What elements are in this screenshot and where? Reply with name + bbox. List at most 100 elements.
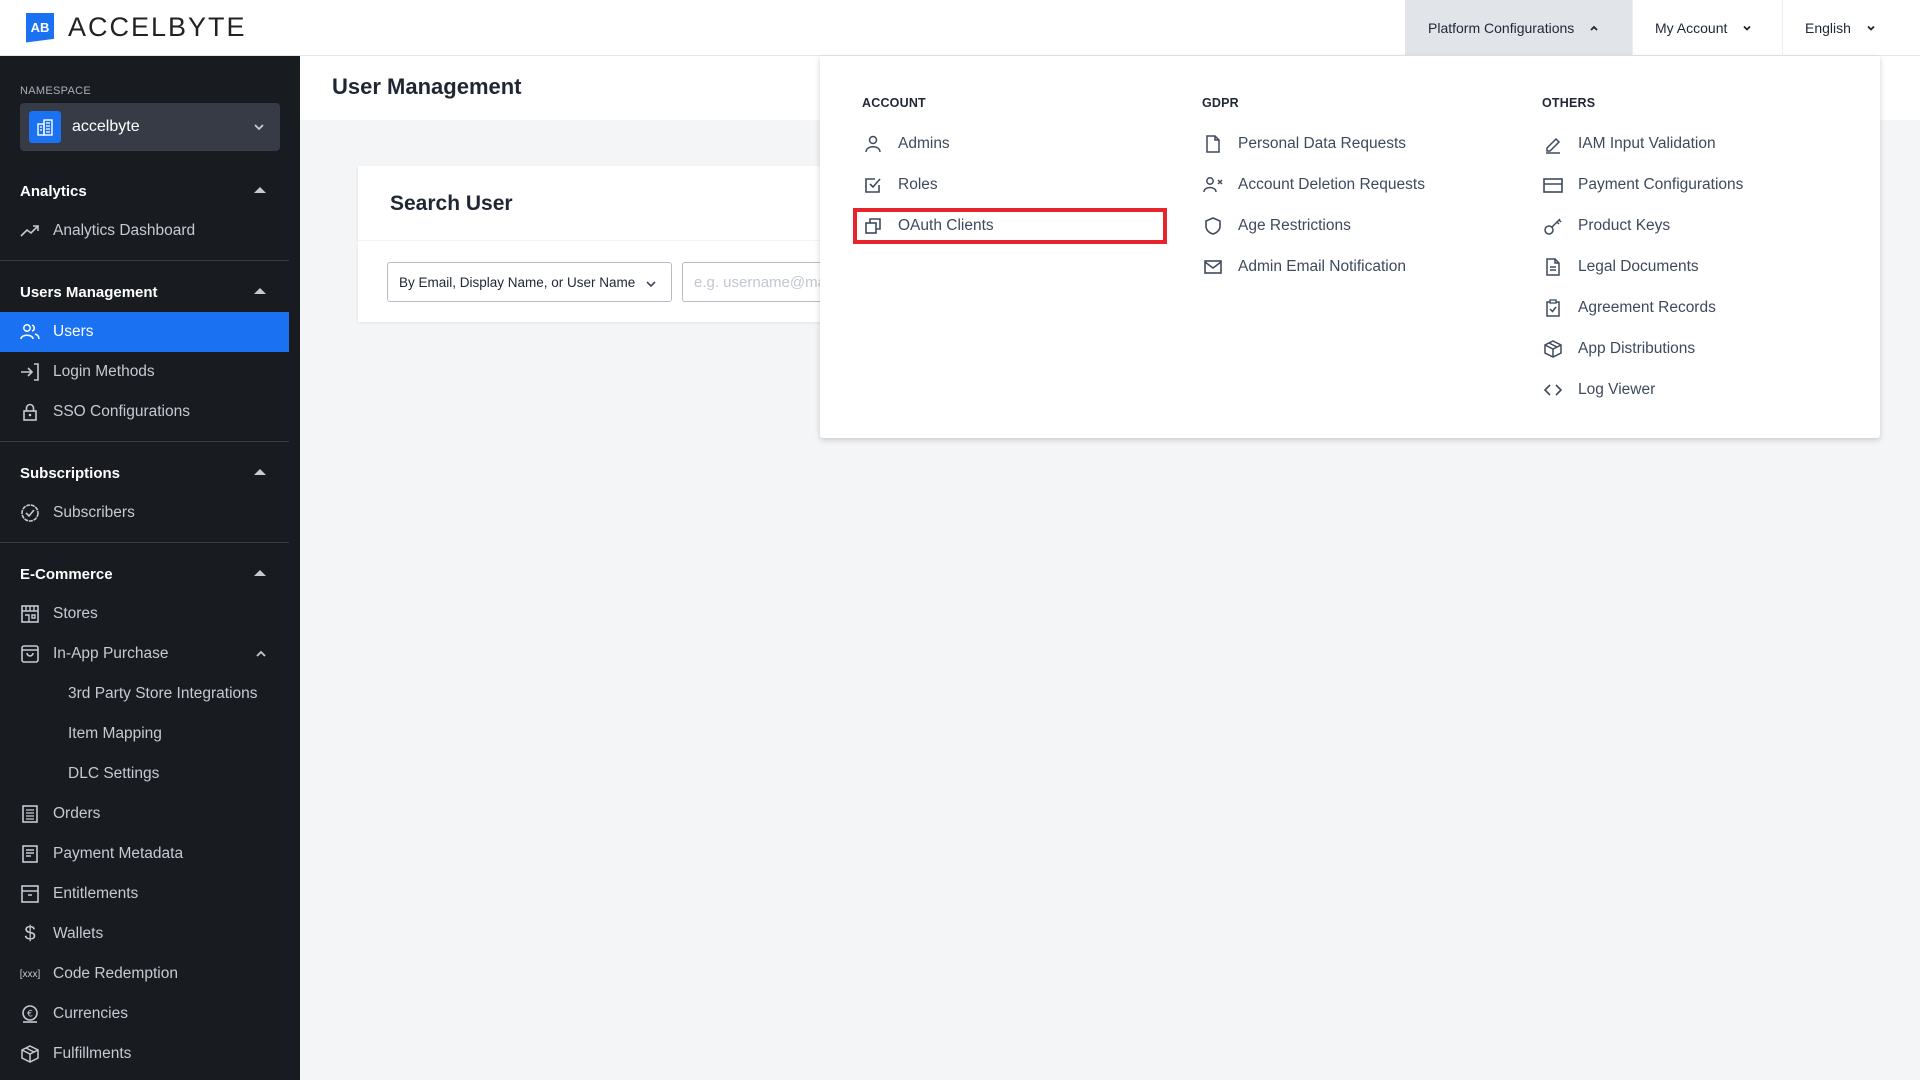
- mail-icon: [1202, 256, 1224, 278]
- sidebar-item-subscribers[interactable]: Subscribers: [0, 493, 289, 533]
- chevron-down-icon: [254, 124, 264, 131]
- my-account-label: My Account: [1655, 20, 1728, 36]
- my-account-menu[interactable]: My Account: [1632, 0, 1782, 56]
- top-nav: Platform Configurations My Account Engli…: [1405, 0, 1920, 56]
- menu-item-legal-documents[interactable]: Legal Documents: [1542, 246, 1743, 287]
- logo-mark-icon: AB: [26, 12, 54, 43]
- sidebar-item-orders[interactable]: Orders: [0, 794, 289, 834]
- sidebar-item-label: Users: [53, 323, 94, 340]
- sidebar-item-payment-metadata[interactable]: Payment Metadata: [0, 834, 289, 874]
- file-text-icon: [1542, 256, 1564, 278]
- sidebar-item-label: DLC Settings: [68, 765, 160, 782]
- sidebar-subitem-dlc-settings[interactable]: DLC Settings: [0, 754, 289, 794]
- menu-item-account-deletion-requests[interactable]: Account Deletion Requests: [1202, 164, 1425, 205]
- sidebar-item-label: Login Methods: [53, 363, 155, 380]
- sidebar-item-wallets[interactable]: $ Wallets: [0, 914, 289, 954]
- sidebar: NAMESPACE accelbyte Analytics Analytics …: [0, 56, 300, 1080]
- section-title: Analytics: [20, 182, 87, 200]
- menu-item-log-viewer[interactable]: Log Viewer: [1542, 369, 1743, 410]
- sidebar-item-label: In-App Purchase: [53, 645, 169, 662]
- shopping-bag-icon: [20, 644, 40, 664]
- pencil-icon: [1542, 133, 1564, 155]
- sidebar-item-analytics-dashboard[interactable]: Analytics Dashboard: [0, 211, 289, 251]
- sidebar-section-header[interactable]: Analytics: [0, 171, 289, 211]
- collapse-triangle-icon: [254, 187, 266, 193]
- search-user-title: Search User: [390, 192, 513, 215]
- sidebar-item-entitlements[interactable]: Entitlements: [0, 874, 289, 914]
- dropdown-column-account: ACCOUNT Admins Roles OAuth Clients: [853, 96, 1167, 246]
- search-filter-select[interactable]: By Email, Display Name, or User Name: [387, 262, 672, 302]
- badge-check-icon: [20, 503, 40, 523]
- chevron-up-icon: [256, 650, 266, 657]
- menu-item-label: Product Keys: [1578, 216, 1671, 234]
- menu-item-label: Account Deletion Requests: [1238, 175, 1425, 193]
- code-redemption-icon: [xxx]: [19, 968, 41, 980]
- collapse-triangle-icon: [254, 469, 266, 475]
- column-header: GDPR: [1202, 96, 1239, 110]
- sidebar-item-sso-configurations[interactable]: SSO Configurations: [0, 392, 289, 432]
- sidebar-section-header[interactable]: E-Commerce: [0, 554, 289, 594]
- sidebar-subitem-item-mapping[interactable]: Item Mapping: [0, 714, 289, 754]
- menu-item-payment-configurations[interactable]: Payment Configurations: [1542, 164, 1743, 205]
- sidebar-section-header[interactable]: Users Management: [0, 272, 289, 312]
- namespace-value: accelbyte: [72, 118, 140, 135]
- language-menu[interactable]: English: [1782, 0, 1920, 56]
- store-icon: [20, 604, 40, 624]
- sidebar-divider: [0, 542, 289, 543]
- menu-item-personal-data-requests[interactable]: Personal Data Requests: [1202, 123, 1425, 164]
- sidebar-section-users-management: Users Management Users Login Methods SSO…: [0, 272, 289, 432]
- sidebar-subitem-3rd-party-store-integrations[interactable]: 3rd Party Store Integrations: [0, 674, 289, 714]
- sidebar-section-ecommerce: E-Commerce Stores In-App Purchase 3rd Pa…: [0, 554, 289, 1074]
- language-label: English: [1805, 20, 1851, 36]
- sidebar-item-in-app-purchase[interactable]: In-App Purchase: [0, 634, 289, 674]
- trending-up-icon: [20, 221, 40, 241]
- sidebar-item-stores[interactable]: Stores: [0, 594, 289, 634]
- search-filter-value: By Email, Display Name, or User Name: [399, 274, 636, 290]
- sidebar-item-label: Entitlements: [53, 885, 139, 902]
- sidebar-item-label: Orders: [53, 805, 101, 822]
- sidebar-item-label: Analytics Dashboard: [53, 222, 196, 239]
- logo-text: ACCELBYTE: [68, 12, 247, 42]
- menu-item-admins[interactable]: Admins: [862, 123, 994, 164]
- sidebar-item-label: Subscribers: [53, 504, 135, 521]
- sidebar-section-header[interactable]: Subscriptions: [0, 453, 289, 493]
- dropdown-column-gdpr: GDPR Personal Data Requests Account Dele…: [1202, 96, 1425, 287]
- building-icon: [29, 111, 61, 143]
- menu-item-admin-email-notification[interactable]: Admin Email Notification: [1202, 246, 1425, 287]
- sidebar-divider: [0, 260, 289, 261]
- archive-icon: [20, 884, 40, 904]
- box-icon: [1542, 338, 1564, 360]
- menu-item-age-restrictions[interactable]: Age Restrictions: [1202, 205, 1425, 246]
- menu-item-label: Log Viewer: [1578, 380, 1656, 398]
- menu-item-label: App Distributions: [1578, 339, 1696, 357]
- svg-text:€: €: [27, 1010, 33, 1020]
- document-icon: [20, 844, 40, 864]
- menu-item-app-distributions[interactable]: App Distributions: [1542, 328, 1743, 369]
- menu-item-agreement-records[interactable]: Agreement Records: [1542, 287, 1743, 328]
- sidebar-item-login-methods[interactable]: Login Methods: [0, 352, 289, 392]
- menu-item-product-keys[interactable]: Product Keys: [1542, 205, 1743, 246]
- collapse-triangle-icon: [254, 570, 266, 576]
- menu-item-roles[interactable]: Roles: [862, 164, 994, 205]
- chevron-down-icon: [1743, 25, 1752, 31]
- top-header: AB ACCELBYTE Platform Configurations My …: [0, 0, 1920, 56]
- user-icon: [862, 133, 884, 155]
- menu-item-label: Personal Data Requests: [1238, 134, 1407, 152]
- accelbyte-logo[interactable]: AB ACCELBYTE: [26, 12, 247, 43]
- sidebar-item-label: Wallets: [53, 925, 104, 942]
- sidebar-item-code-redemption[interactable]: [xxx] Code Redemption: [0, 954, 289, 994]
- package-icon: [20, 1044, 40, 1064]
- menu-item-label: Payment Configurations: [1578, 175, 1744, 193]
- file-icon: [1202, 133, 1224, 155]
- menu-item-iam-input-validation[interactable]: IAM Input Validation: [1542, 123, 1743, 164]
- sidebar-item-currencies[interactable]: € Currencies: [0, 994, 289, 1034]
- sidebar-item-fulfillments[interactable]: Fulfillments: [0, 1034, 289, 1074]
- chevron-down-icon: [1867, 25, 1875, 31]
- column-header: ACCOUNT: [862, 96, 926, 110]
- namespace-select[interactable]: accelbyte: [20, 103, 280, 151]
- platform-configurations-menu[interactable]: Platform Configurations: [1405, 0, 1632, 56]
- sidebar-item-users[interactable]: Users: [0, 312, 289, 352]
- menu-item-oauth-clients[interactable]: OAuth Clients: [853, 205, 1167, 246]
- sidebar-scrollbar[interactable]: [289, 56, 300, 1080]
- users-icon: [20, 322, 40, 342]
